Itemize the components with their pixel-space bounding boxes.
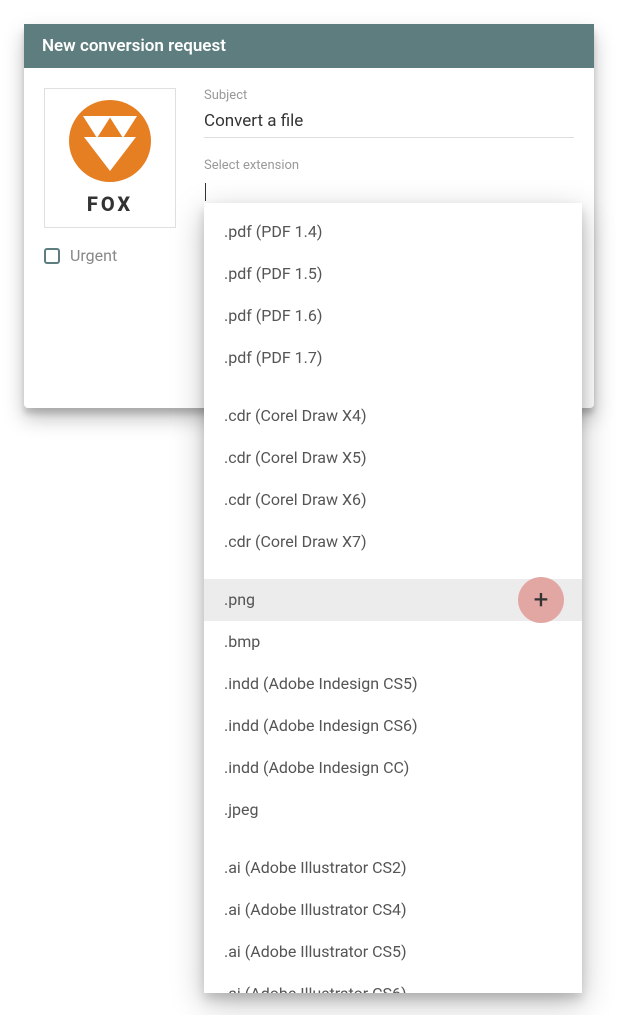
urgent-label: Urgent — [70, 246, 117, 265]
logo-text: FOX — [87, 192, 133, 216]
urgent-checkbox[interactable] — [44, 248, 60, 264]
right-column: Subject Convert a file Select extension … — [204, 88, 574, 388]
dropdown-item[interactable]: .ai (Adobe Illustrator CS4) — [204, 889, 582, 931]
dropdown-item[interactable]: .pdf (PDF 1.5) — [204, 253, 582, 295]
extension-dropdown[interactable]: .pdf (PDF 1.4).pdf (PDF 1.5).pdf (PDF 1.… — [204, 203, 582, 993]
dropdown-group: .ai (Adobe Illustrator CS2).ai (Adobe Il… — [204, 839, 582, 993]
dropdown-item[interactable]: .cdr (Corel Draw X7) — [204, 521, 582, 563]
dropdown-item[interactable]: .pdf (PDF 1.6) — [204, 295, 582, 337]
left-column: FOX Urgent — [44, 88, 184, 388]
dropdown-item[interactable]: .cdr (Corel Draw X5) — [204, 437, 582, 479]
plus-icon: + — [534, 587, 549, 613]
dropdown-item[interactable]: .pdf (PDF 1.7) — [204, 337, 582, 379]
dropdown-group: .cdr (Corel Draw X4).cdr (Corel Draw X5)… — [204, 387, 582, 571]
dropdown-item[interactable]: .indd (Adobe Indesign CC) — [204, 747, 582, 789]
dropdown-item[interactable]: .png+ — [204, 579, 582, 621]
conversion-request-card: New conversion request FOX Urgent S — [24, 24, 594, 408]
dropdown-item[interactable]: .ai (Adobe Illustrator CS5) — [204, 931, 582, 973]
subject-field: Subject Convert a file — [204, 88, 574, 138]
subject-label: Subject — [204, 88, 574, 103]
dropdown-item[interactable]: .indd (Adobe Indesign CS5) — [204, 663, 582, 705]
dropdown-item[interactable]: .ai (Adobe Illustrator CS2) — [204, 847, 582, 889]
dropdown-item[interactable]: .bmp — [204, 621, 582, 663]
dropdown-group: .png+.bmp.indd (Adobe Indesign CS5).indd… — [204, 571, 582, 839]
extension-field: Select extension — [204, 158, 574, 209]
dropdown-item[interactable]: .indd (Adobe Indesign CS6) — [204, 705, 582, 747]
extension-label: Select extension — [204, 158, 574, 173]
subject-input[interactable]: Convert a file — [204, 107, 574, 138]
dropdown-group: .pdf (PDF 1.4).pdf (PDF 1.5).pdf (PDF 1.… — [204, 203, 582, 387]
card-title: New conversion request — [24, 24, 594, 68]
card-body: FOX Urgent Subject Convert a file Select… — [24, 68, 594, 408]
dropdown-item[interactable]: .ai (Adobe Illustrator CS6) — [204, 973, 582, 993]
fox-logo-icon — [69, 100, 151, 182]
logo-box: FOX — [44, 88, 176, 228]
dropdown-item[interactable]: .jpeg — [204, 789, 582, 831]
add-button[interactable]: + — [518, 577, 564, 623]
dropdown-item[interactable]: .pdf (PDF 1.4) — [204, 211, 582, 253]
dropdown-item[interactable]: .cdr (Corel Draw X6) — [204, 479, 582, 521]
urgent-checkbox-row[interactable]: Urgent — [44, 246, 184, 265]
text-cursor — [205, 183, 206, 201]
dropdown-item[interactable]: .cdr (Corel Draw X4) — [204, 395, 582, 437]
